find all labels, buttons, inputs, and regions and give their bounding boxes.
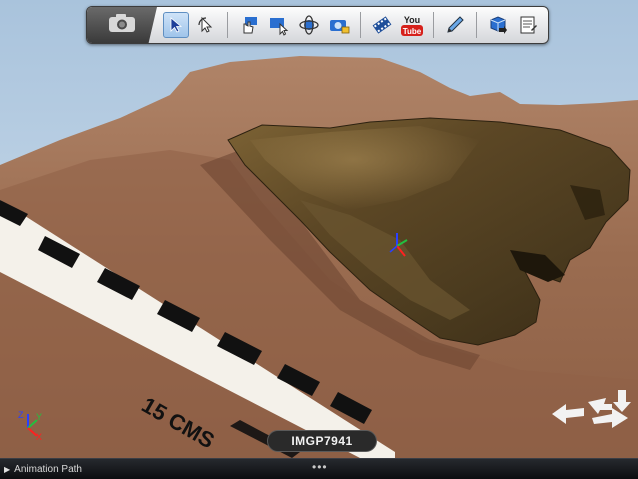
notes-button[interactable]	[515, 12, 541, 38]
resize-grip-icon[interactable]: •••	[312, 460, 328, 474]
svg-text:Z: Z	[18, 410, 24, 420]
film-clip-button[interactable]	[369, 12, 395, 38]
animation-path-label: Animation Path	[14, 463, 82, 475]
viewer-toolbar: You Tube	[86, 6, 549, 44]
svg-text:You: You	[404, 15, 420, 25]
camera-icon	[107, 12, 137, 39]
animation-bar: ▶ Animation Path •••	[0, 458, 638, 479]
svg-text:X: X	[36, 432, 42, 442]
orbit-select-icon	[196, 15, 216, 35]
3d-viewport[interactable]: Z Y X 15 CMS You Tube IMGP7941	[0, 0, 638, 458]
orbit-button[interactable]	[296, 12, 322, 38]
hand-pick-button[interactable]	[236, 12, 262, 38]
image-name-label: IMGP7941	[267, 430, 377, 452]
orbit-icon	[298, 14, 320, 36]
youtube-button[interactable]: You Tube	[399, 12, 425, 38]
pick-rect-button[interactable]	[266, 12, 292, 38]
animation-path-toggle[interactable]: ▶ Animation Path	[4, 462, 82, 476]
svg-text:Tube: Tube	[403, 27, 422, 36]
orbit-select-button[interactable]	[193, 12, 219, 38]
snapshot-lock-icon	[328, 14, 350, 36]
camera-button[interactable]	[87, 7, 157, 43]
cube-export-icon	[487, 14, 509, 36]
svg-text:Y: Y	[36, 412, 42, 422]
measure-pen-icon	[444, 14, 466, 36]
toolbar-separator	[476, 12, 477, 38]
select-button[interactable]	[163, 12, 189, 38]
toolbar-separator	[360, 12, 361, 38]
pick-rect-icon	[268, 14, 290, 36]
export-button[interactable]	[485, 12, 511, 38]
select-arrow-icon	[167, 16, 185, 34]
notes-icon	[517, 14, 539, 36]
toolbar-separator	[433, 12, 434, 38]
hand-pick-icon	[238, 14, 260, 36]
scene-canvas[interactable]: Z Y X	[0, 0, 638, 458]
film-clip-icon	[371, 14, 393, 36]
toolbar-separator	[227, 12, 228, 38]
measure-button[interactable]	[442, 12, 468, 38]
play-triangle-icon: ▶	[4, 464, 11, 474]
youtube-icon: You Tube	[400, 13, 424, 37]
snapshot-lock-button[interactable]	[326, 12, 352, 38]
